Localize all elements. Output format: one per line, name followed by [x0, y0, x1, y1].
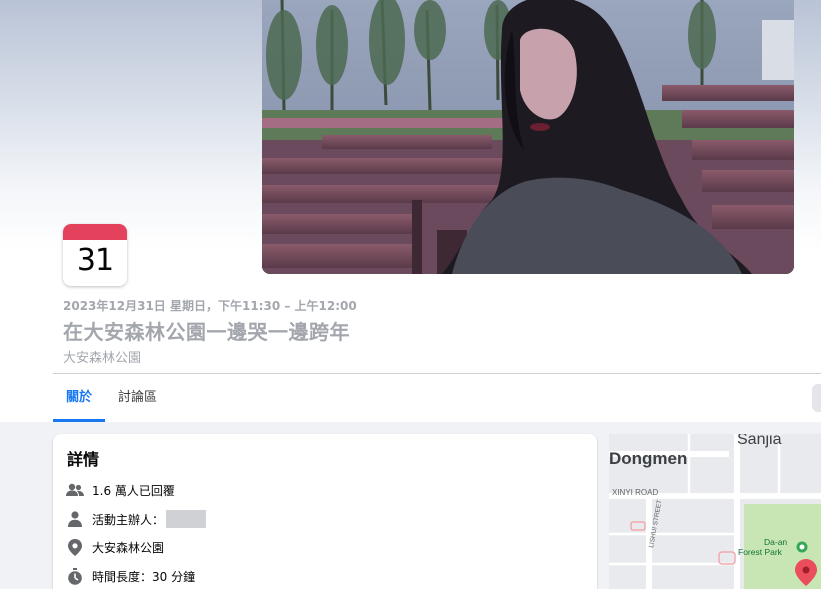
detail-row-responses: 1.6 萬人已回覆 — [65, 479, 175, 501]
people-icon — [65, 480, 85, 500]
detail-row-duration: 時間長度：30 分鐘 — [65, 565, 195, 587]
responses-text[interactable]: 1.6 萬人已回覆 — [92, 482, 175, 499]
map-label-sanjia: Sanjia — [737, 434, 782, 448]
detail-row-host: 活動主辦人： — [65, 508, 207, 530]
map-label-dongmen: Dongmen — [609, 449, 687, 468]
cover-image — [262, 0, 794, 274]
location-pin-icon — [65, 537, 85, 557]
tab-about[interactable]: 關於 — [53, 374, 106, 422]
map-label-xinyi-road: XINYI ROAD — [612, 488, 658, 497]
stopwatch-icon — [65, 566, 85, 586]
host-label: 活動主辦人： — [92, 512, 165, 527]
event-location[interactable]: 大安森林公園 — [63, 347, 141, 366]
date-badge: 31日 — [63, 224, 127, 286]
details-title: 詳情 — [67, 450, 100, 469]
date-badge-band — [63, 224, 127, 240]
event-title: 在大安森林公園一邊哭一邊跨年 — [63, 320, 350, 344]
location-map[interactable]: Sanjia Dongmen XINYI ROAD LISHUI STREET … — [609, 434, 821, 589]
person-icon — [65, 509, 85, 529]
event-tabs: 關於 討論區 — [53, 374, 170, 422]
date-badge-day: 31日 — [76, 243, 114, 286]
event-header: 31日 2023年12月31日 星期日，下午11:30 – 上午12:00 在大… — [0, 0, 821, 422]
detail-row-location: 大安森林公園 — [65, 536, 164, 558]
tab-discussion[interactable]: 討論區 — [105, 374, 170, 422]
map-graphic: Sanjia Dongmen XINYI ROAD LISHUI STREET … — [609, 434, 821, 589]
more-options-button[interactable] — [812, 384, 821, 412]
location-text[interactable]: 大安森林公園 — [92, 539, 164, 556]
host-name-redacted[interactable] — [166, 510, 207, 528]
event-datetime: 2023年12月31日 星期日，下午11:30 – 上午12:00 — [63, 299, 357, 313]
duration-text: 時間長度：30 分鐘 — [92, 569, 196, 584]
details-card: 詳情 1.6 萬人已回覆 活動主辦人： 大安森林公園 時間長度：30 分鐘 — [53, 434, 597, 589]
cover-photo[interactable] — [262, 0, 794, 274]
